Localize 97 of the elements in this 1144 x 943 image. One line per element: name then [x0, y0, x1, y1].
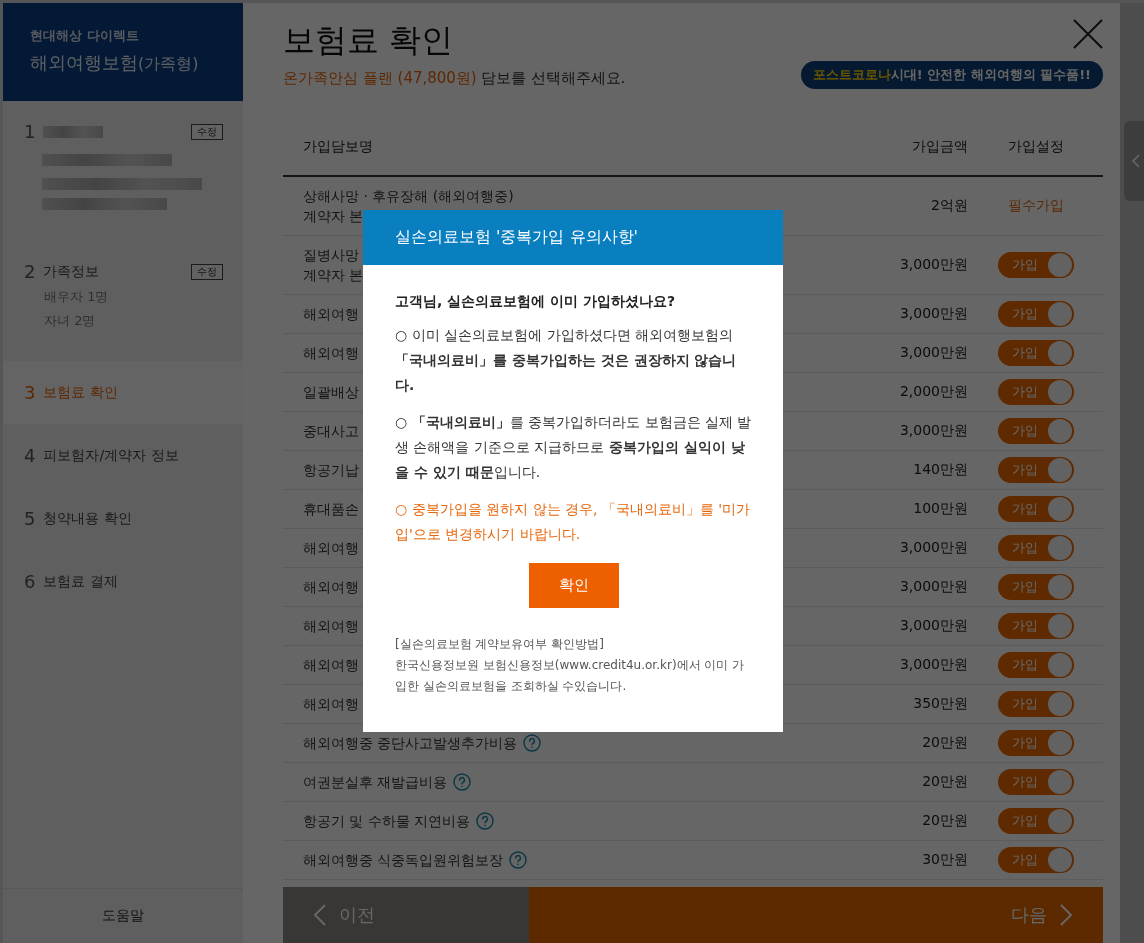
blurred-text — [43, 125, 104, 138]
column-header: 가입설정 — [1006, 138, 1065, 156]
help-icon[interactable] — [453, 773, 472, 791]
instruction-text: 담보를 선택해주세요. — [480, 69, 626, 87]
help-icon[interactable] — [476, 812, 495, 830]
coverage-name: 해외여행 — [303, 539, 359, 558]
coverage-name: 해외여행 — [303, 305, 359, 324]
step-label: 보험료 확인 — [43, 383, 118, 402]
dialog-question: 고객님, 실손의료보험에 이미 가입하셨나요? — [395, 293, 677, 311]
toggle-switch[interactable]: 가입 — [997, 535, 1074, 561]
coverage-name: 해외여행중 중단사고발생추가비용 — [303, 734, 518, 753]
coverage-name: 항공기납 — [303, 461, 359, 480]
edit-button[interactable]: 수정 — [191, 123, 223, 140]
step-number: 6 — [24, 571, 36, 592]
edit-button[interactable]: 수정 — [191, 263, 223, 280]
column-header: 가입금액 — [911, 138, 968, 156]
brand-name: 현대해상 다이렉트 — [30, 27, 140, 45]
step-number: 3 — [24, 382, 36, 403]
coverage-amount: 3,000만원 — [898, 617, 968, 635]
coverage-name: 항공기 및 수하물 지연비용 — [303, 812, 471, 831]
toggle-switch[interactable]: 가입 — [997, 418, 1074, 444]
toggle-switch[interactable]: 가입 — [997, 340, 1074, 366]
next-button[interactable]: 다음 — [529, 887, 1103, 943]
coverage-name: 해외여행 — [303, 617, 359, 636]
chevron-left-icon — [1131, 153, 1141, 169]
coverage-amount: 3,000만원 — [898, 305, 968, 323]
coverage-amount: 2억원 — [930, 197, 968, 215]
toggle-switch[interactable]: 가입 — [997, 457, 1074, 483]
step-label: 피보험자/계약자 정보 — [43, 446, 179, 465]
step-number: 2 — [24, 261, 36, 282]
side-tab[interactable] — [1124, 121, 1144, 201]
toggle-switch[interactable]: 가입 — [997, 496, 1074, 522]
note-text: 한국신용정보원 보험신용정보(www.credit4u.or.kr)에서 이미 가입한 실손의료보험을 조회하실 수있습니다. — [395, 657, 746, 695]
coverage-name: 계약자 본 — [303, 266, 364, 285]
toggle-switch[interactable]: 가입 — [997, 613, 1074, 639]
note-title: [실손의료보험 계약보유여부 확인방법] — [395, 636, 605, 653]
coverage-name: 휴대품손 — [303, 500, 359, 519]
coverage-name: 중대사고 — [303, 422, 359, 441]
toggle-switch[interactable]: 가입 — [997, 574, 1074, 600]
coverage-amount: 350만원 — [912, 695, 968, 713]
coverage-name: 일괄배상 — [303, 383, 359, 402]
step-label: 보험료 결제 — [43, 572, 118, 591]
notice-paragraph: ○ 「국내의료비」를 중복가입하더라도 보험금은 실제 발생 손해액을 기준으로 지급하므로 중복가입의 실익이 낮을 수 있기 때문입니다. — [395, 413, 753, 482]
toggle-switch[interactable]: 가입 — [997, 769, 1074, 795]
coverage-name: 해외여행 — [303, 344, 359, 363]
toggle-switch[interactable]: 가입 — [997, 847, 1074, 873]
product-type: (가족형) — [138, 54, 199, 73]
required-label: 필수가입 — [1007, 197, 1064, 215]
coverage-amount: 30만원 — [921, 851, 968, 869]
plan-name: 온가족안심 플랜 (47,800원) — [283, 69, 477, 87]
step-item[interactable]: 1 수정 — [3, 101, 243, 251]
coverage-amount: 3,000만원 — [898, 539, 968, 557]
step-number: 1 — [24, 121, 36, 142]
chevron-right-icon — [1059, 903, 1073, 927]
notice-paragraph: ○ 이미 실손의료보험에 가입하셨다면 해외여행보험의 「국내의료비」를 중복가입하는 것은 권장하지 않습니다. — [395, 326, 738, 395]
column-header: 가입담보명 — [302, 138, 374, 156]
coverage-name: 질병사망 — [303, 246, 359, 265]
step-item[interactable]: 3 보험료 확인 — [3, 361, 243, 424]
toggle-switch[interactable]: 가입 — [997, 691, 1074, 717]
coverage-amount: 3,000만원 — [898, 256, 968, 274]
coverage-amount: 20만원 — [921, 773, 968, 791]
coverage-name: 여권분실후 재발급비용 — [303, 773, 448, 792]
coverage-amount: 3,000만원 — [898, 422, 968, 440]
coverage-amount: 3,000만원 — [898, 344, 968, 362]
toggle-switch[interactable]: 가입 — [997, 730, 1074, 756]
step-number: 4 — [24, 445, 36, 466]
notice-paragraph: ○ 중복가입을 원하지 않는 경우, 「국내의료비」를 '미가입'으로 변경하시기 바랍니다. — [395, 500, 752, 544]
coverage-amount: 20만원 — [921, 812, 968, 830]
step-label: 청약내용 확인 — [43, 509, 132, 528]
page-title: 보험료 확인 — [283, 20, 455, 61]
chevron-left-icon — [313, 903, 327, 927]
toggle-switch[interactable]: 가입 — [997, 252, 1074, 278]
toggle-switch[interactable]: 가입 — [997, 379, 1074, 405]
step-number: 5 — [24, 508, 36, 529]
coverage-name: 해외여행 — [303, 695, 359, 714]
confirm-button[interactable]: 확인 — [529, 563, 619, 608]
promo-banner[interactable]: 포스트코로나시대! 안전한 해외여행의 필수품!! — [800, 61, 1103, 89]
help-icon[interactable] — [523, 734, 542, 752]
coverage-name: 계약자 본 — [303, 207, 364, 226]
coverage-amount: 20만원 — [921, 734, 968, 752]
product-name: 해외여행보험 — [30, 52, 138, 73]
coverage-name: 상해사망 · 후유장해 (해외여행중) — [303, 187, 514, 206]
coverage-amount: 3,000만원 — [898, 656, 968, 674]
coverage-amount: 100만원 — [912, 500, 968, 518]
toggle-switch[interactable]: 가입 — [997, 652, 1074, 678]
coverage-name: 해외여행 — [303, 656, 359, 675]
toggle-switch[interactable]: 가입 — [997, 301, 1074, 327]
coverage-name: 해외여행 — [303, 578, 359, 597]
help-icon[interactable] — [509, 851, 528, 869]
dialog-title: 실손의료보험 '중복가입 유의사항' — [363, 210, 783, 265]
step-label: 가족정보 — [43, 262, 101, 281]
coverage-amount: 3,000만원 — [898, 578, 968, 596]
coverage-amount: 140만원 — [912, 461, 968, 479]
toggle-switch[interactable]: 가입 — [997, 808, 1074, 834]
coverage-name: 해외여행중 식중독입원위험보장 — [303, 851, 504, 870]
close-icon[interactable] — [1073, 19, 1103, 49]
coverage-amount: 2,000만원 — [898, 383, 968, 401]
